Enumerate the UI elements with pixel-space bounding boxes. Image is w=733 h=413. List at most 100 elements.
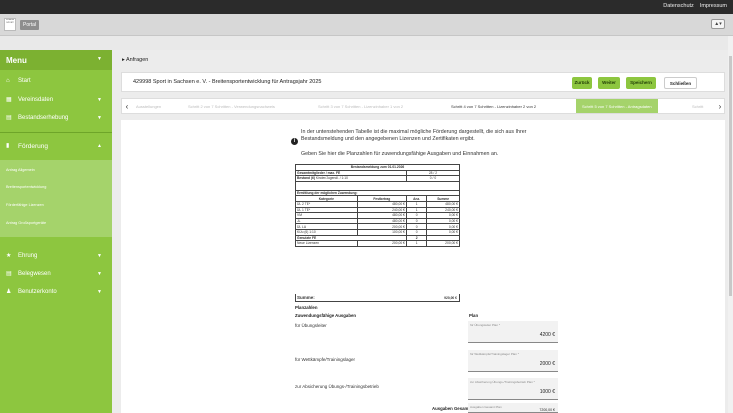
submenu-item-breitensportentwicklung[interactable]: Breitensportentwicklung [6, 185, 46, 189]
next-button[interactable]: Weiter [598, 77, 620, 89]
table-row: Neue Lizenzen 200,00 € 1 200,00 € [295, 240, 460, 247]
submenu-item-antrag-grosssportgeraete[interactable]: Antrag Großsportgeräte [6, 221, 46, 225]
chevron-left-icon[interactable]: ‹ [122, 99, 132, 113]
plan-label-absicherung: zur Absicherung Übungs-/Trainingsbetrieb [295, 384, 379, 389]
info-instruction: Geben Sie hier die Planzahlen für zuwend… [301, 151, 499, 157]
app-header: VEREIN SPORT Portal ▲▾ [0, 14, 733, 36]
chevron-down-icon: ▼ [97, 271, 102, 277]
privacy-link[interactable]: Datenschutz [663, 3, 694, 9]
cell: 1 [405, 240, 428, 247]
step-1[interactable]: Ausstellungen [136, 99, 161, 113]
absicherung-plan-input[interactable]: zur Absicherung Übungs-/Trainingsbetrieb… [468, 378, 558, 400]
portal-button[interactable]: Portal [20, 20, 40, 30]
sum-value: 920,00 € [444, 296, 457, 300]
step-6[interactable]: Schritt [692, 99, 703, 113]
top-bar: Datenschutz Impressum [0, 0, 733, 14]
sidebar-item-vereinsdaten[interactable]: ▦ Vereinsdaten ▼ [0, 92, 112, 109]
imprint-link[interactable]: Impressum [700, 3, 727, 9]
sidebar-item-label: Bestandserhebung [18, 115, 69, 121]
back-button[interactable]: Zurück [572, 77, 592, 89]
sidebar-item-label: Start [18, 78, 31, 84]
users-icon: ♟ [6, 289, 12, 295]
plan-right-heading: Plan [469, 313, 479, 318]
wettkaempfe-plan-input[interactable]: für Wettkämpfe/Trainingslager Plan * 200… [468, 350, 558, 372]
cell: 200,00 € [426, 240, 460, 247]
info-text: In der untenstehenden Tabelle ist die ma… [301, 129, 527, 142]
sidebar-item-label: Benutzerkonto [18, 289, 57, 295]
field-value: 1000 € [539, 389, 555, 395]
user-menu-button[interactable]: ▲▾ [711, 19, 725, 29]
breadcrumb-anfragen[interactable]: Anfragen [126, 57, 148, 63]
top-links: Datenschutz Impressum [663, 3, 727, 9]
close-button[interactable]: Schließen [664, 77, 697, 89]
field-label: zur Absicherung Übungs-/Trainingsbetrieb… [470, 380, 535, 384]
title-bar: 429998 Sport in Sachsen e. V. - Breitens… [121, 72, 725, 92]
field-value: 4200 € [539, 332, 555, 338]
chevron-down-icon: ▼ [97, 253, 102, 259]
cell: Neue Lizenzen [295, 240, 358, 247]
submenu-item-foerderfaehige-lizenzen[interactable]: Förderfähige Lizenzen [6, 203, 44, 207]
foerderung-submenu: Antrag Allgemein Breitensportentwicklung… [0, 160, 112, 237]
sidebar-item-belegwesen[interactable]: ▤ Belegwesen ▼ [0, 266, 112, 283]
divider [0, 132, 112, 133]
plan-label-wettkaempfe: für Wettkämpfe/Trainingslager [295, 357, 356, 362]
sidebar-item-ehrung[interactable]: ★ Ehrung ▼ [0, 248, 112, 265]
home-icon: ⌂ [6, 78, 10, 84]
sidebar-item-bestandserhebung[interactable]: ▤ Bestandserhebung ▼ [0, 110, 112, 127]
chevron-down-icon: ▼ [97, 289, 102, 295]
sidebar: Menu ▼ ⌂ Start ▦ Vereinsdaten ▼ ▤ Bestan… [0, 50, 112, 413]
grid-icon: ▦ [6, 97, 12, 103]
chevron-up-icon: ▲ [97, 143, 102, 149]
sidebar-item-label: Ehrung [18, 253, 38, 259]
sidebar-item-benutzerkonto[interactable]: ♟ Benutzerkonto ▼ [0, 284, 112, 301]
sum-row: Summe: 920,00 € [295, 294, 460, 302]
chevron-down-icon: ▼ [97, 115, 102, 121]
sidebar-item-label: Belegwesen [18, 271, 51, 277]
chevron-down-icon: ▼ [97, 56, 102, 62]
plan-label-uebungsleiter: für Übungsleiter [295, 323, 327, 328]
sidebar-item-start[interactable]: ⌂ Start [0, 73, 112, 90]
total-label: Ausgaben Gesamt [432, 406, 470, 411]
save-button[interactable]: Speichern [626, 77, 656, 89]
sidebar-item-foerderung[interactable]: ▮ Förderung ▲ [0, 138, 112, 155]
sidebar-item-label: Vereinsdaten [18, 97, 54, 103]
step-2[interactable]: Schritt 2 von 7 Schritten - Verwendungsn… [188, 99, 275, 113]
sum-label: Summe: [297, 295, 315, 300]
main-content: ▸ Anfragen 429998 Sport in Sachsen e. V.… [112, 50, 733, 413]
table-icon: ▤ [6, 115, 12, 121]
bestand-sub: Kinder/Jugendl. / 1:10 [315, 176, 348, 181]
field-label: für Übungsleiter Plan * [470, 323, 501, 327]
bestand-label: Bestand (6) [297, 176, 315, 181]
menu-title: Menu [6, 56, 27, 65]
form-panel: i In der untenstehenden Tabelle ist die … [121, 120, 725, 413]
cell: 200,00 € [356, 240, 407, 247]
chevron-down-icon: ▼ [97, 97, 102, 103]
spacer-row [295, 180, 460, 191]
step-navigation: ‹ Ausstellungen Schritt 2 von 7 Schritte… [121, 98, 725, 114]
uebungsleiter-plan-input[interactable]: für Übungsleiter Plan * 4200 € [468, 321, 558, 343]
star-icon: ★ [6, 253, 12, 259]
plan-left-heading: Zuwendungsfähige Ausgaben [295, 313, 356, 318]
step-5-active[interactable]: Schritt 5 von 7 Schritten - Antragsdaten [576, 99, 658, 113]
sidebar-item-label: Förderung [18, 143, 48, 150]
chevron-right-icon[interactable]: › [715, 99, 724, 113]
field-label: für Wettkämpfe/Trainingslager Plan * [470, 352, 519, 356]
step-3[interactable]: Schritt 3 von 7 Schritten - Lizenzinhabe… [318, 99, 403, 113]
field-label: Ausgaben Gesamt Plan [470, 405, 502, 409]
step-4[interactable]: Schritt 4 von 7 Schritten - Lizenzinhabe… [451, 99, 536, 113]
menu-header[interactable]: Menu ▼ [0, 50, 112, 70]
file-icon: ▮ [6, 143, 10, 149]
funding-table: Bestandsmeldung zum 01.01.2026 Gesamtmit… [295, 164, 461, 247]
total-plan-field: Ausgaben Gesamt Plan 7200,00 € [468, 403, 558, 413]
field-value: 2000 € [539, 361, 555, 367]
page-title: 429998 Sport in Sachsen e. V. - Breitens… [133, 79, 322, 85]
plan-section-title: Planzahlen [295, 305, 318, 310]
field-value: 7200,00 € [539, 408, 555, 412]
breadcrumb: ▸ Anfragen [122, 57, 148, 63]
list-icon: ▤ [6, 271, 12, 277]
scrollbar-thumb[interactable] [729, 56, 732, 296]
info-icon: i [291, 138, 298, 145]
logo[interactable]: VEREIN SPORT [4, 18, 16, 31]
submenu-item-antrag-allgemein[interactable]: Antrag Allgemein [6, 168, 35, 172]
scrollbar[interactable] [728, 36, 733, 413]
